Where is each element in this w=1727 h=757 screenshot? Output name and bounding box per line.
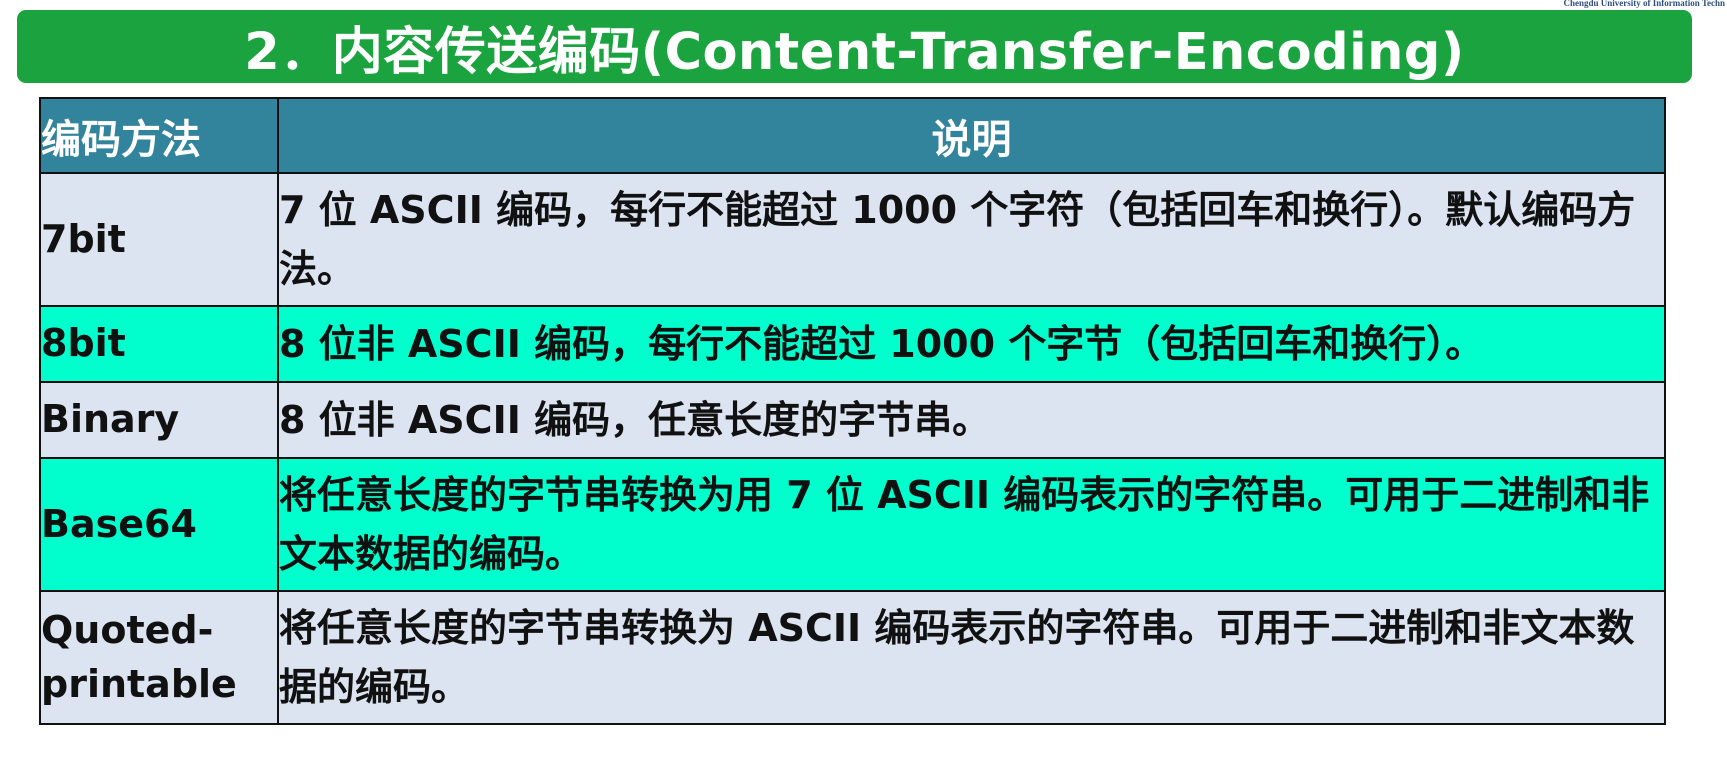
table-header-row: 编码方法 说明: [39, 97, 1666, 174]
header-description: 说明: [277, 97, 1666, 174]
university-watermark: Chengdu University of Information Techn: [1563, 0, 1725, 8]
description-cell: 7 位 ASCII 编码，每行不能超过 1000 个字符（包括回车和换行）。默认…: [277, 172, 1666, 307]
method-cell: Base64: [39, 457, 279, 592]
method-cell: 8bit: [39, 305, 279, 383]
header-method: 编码方法: [39, 97, 279, 174]
description-cell: 8 位非 ASCII 编码，任意长度的字节串。: [277, 381, 1666, 459]
description-cell: 8 位非 ASCII 编码，每行不能超过 1000 个字节（包括回车和换行）。: [277, 305, 1666, 383]
table-row: 7bit 7 位 ASCII 编码，每行不能超过 1000 个字符（包括回车和换…: [39, 172, 1666, 307]
method-cell: 7bit: [39, 172, 279, 307]
slide-title: 2．内容传送编码(Content-Transfer-Encoding): [244, 22, 1465, 82]
description-cell: 将任意长度的字节串转换为 ASCII 编码表示的字符串。可用于二进制和非文本数据…: [277, 590, 1666, 725]
table-row: 8bit 8 位非 ASCII 编码，每行不能超过 1000 个字节（包括回车和…: [39, 305, 1666, 383]
encoding-table: 编码方法 说明 7bit 7 位 ASCII 编码，每行不能超过 1000 个字…: [39, 97, 1666, 725]
table-row: Quoted-printable 将任意长度的字节串转换为 ASCII 编码表示…: [39, 590, 1666, 725]
table-row: Binary 8 位非 ASCII 编码，任意长度的字节串。: [39, 381, 1666, 459]
title-bar: 2．内容传送编码(Content-Transfer-Encoding): [17, 10, 1692, 83]
method-cell: Binary: [39, 381, 279, 459]
description-cell: 将任意长度的字节串转换为用 7 位 ASCII 编码表示的字符串。可用于二进制和…: [277, 457, 1666, 592]
table-row: Base64 将任意长度的字节串转换为用 7 位 ASCII 编码表示的字符串。…: [39, 457, 1666, 592]
slide: Chengdu University of Information Techn …: [0, 0, 1727, 757]
method-cell: Quoted-printable: [39, 590, 279, 725]
